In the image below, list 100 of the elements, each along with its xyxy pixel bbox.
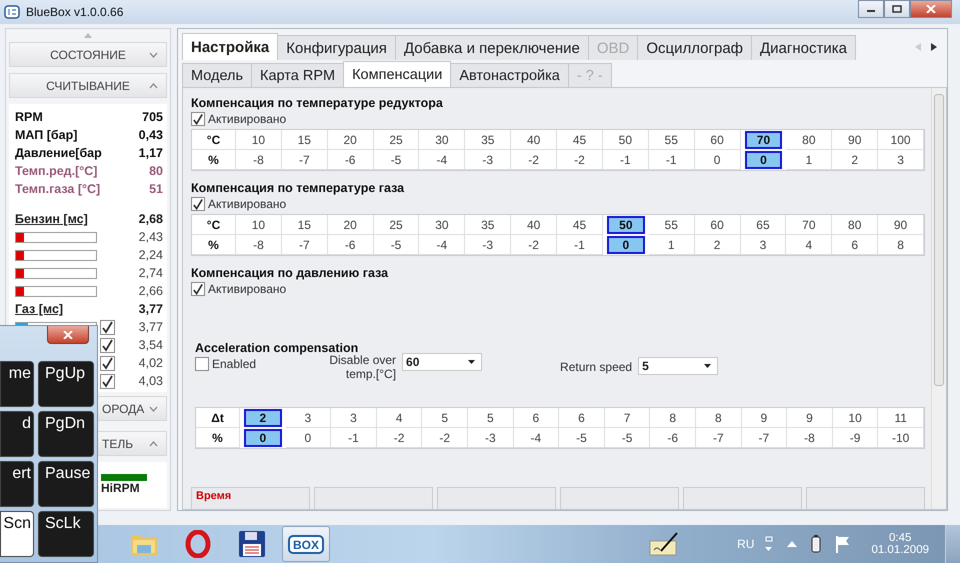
flag-icon[interactable] xyxy=(835,535,852,553)
table-cell[interactable]: 11 xyxy=(878,408,924,428)
table-cell[interactable]: 2 xyxy=(244,409,282,427)
table-cell[interactable]: -6 xyxy=(650,428,696,448)
show-hidden-icons-icon[interactable] xyxy=(787,541,798,547)
table-cell[interactable]: -4 xyxy=(419,150,466,170)
table-cell[interactable]: 3 xyxy=(331,408,377,428)
checkbox[interactable] xyxy=(191,282,205,296)
table-cell[interactable]: -6 xyxy=(328,235,374,255)
checkbox[interactable] xyxy=(195,356,209,370)
table-cell[interactable]: -1 xyxy=(331,428,377,448)
table-cell[interactable]: 6 xyxy=(514,408,560,428)
close-button[interactable] xyxy=(910,0,952,18)
table-cell[interactable]: 5 xyxy=(468,408,514,428)
table-cell[interactable]: 0 xyxy=(244,429,282,447)
table-cell[interactable]: 10 xyxy=(236,215,282,235)
table-cell[interactable]: 10 xyxy=(236,130,282,150)
table-cell[interactable]: 65 xyxy=(740,215,786,235)
table-cell[interactable]: -9 xyxy=(832,428,878,448)
table-cell[interactable]: 45 xyxy=(557,215,603,235)
table-cell[interactable]: 0 xyxy=(694,150,741,170)
checkbox[interactable] xyxy=(191,196,205,210)
tab[interactable]: Диагностика xyxy=(751,35,856,60)
table-cell[interactable]: 30 xyxy=(419,130,466,150)
table-cell[interactable]: 5 xyxy=(422,408,468,428)
table-cell[interactable]: 3 xyxy=(878,150,924,170)
table-cell[interactable]: 50 xyxy=(606,216,645,234)
table-cell[interactable]: 0 xyxy=(744,151,782,169)
table-cell[interactable]: -5 xyxy=(559,428,605,448)
table-cell[interactable]: -3 xyxy=(468,428,514,448)
tab[interactable]: Карта RPM xyxy=(251,63,344,87)
table-cell[interactable]: 2 xyxy=(832,150,878,170)
table-cell[interactable]: -7 xyxy=(696,428,742,448)
table-cell[interactable]: -5 xyxy=(374,150,420,170)
table-cell[interactable]: -7 xyxy=(282,235,328,255)
table-cell[interactable]: 9 xyxy=(742,408,788,428)
checkbox[interactable] xyxy=(100,338,115,352)
table-cell[interactable]: 30 xyxy=(419,215,466,235)
checkbox[interactable] xyxy=(100,356,115,370)
table-cell[interactable]: 70 xyxy=(744,131,782,149)
table-cell[interactable]: -8 xyxy=(236,150,282,170)
table-cell[interactable]: 7 xyxy=(604,408,650,428)
keyboard-key[interactable]: PgDn xyxy=(38,411,94,457)
accordion-header[interactable]: СОСТОЯНИЕ xyxy=(9,42,167,67)
keyboard-key[interactable]: PgUp xyxy=(38,361,94,407)
keyboard-key[interactable]: Pause xyxy=(38,461,94,507)
scroll-right-icon[interactable] xyxy=(931,42,937,50)
table-cell[interactable]: -2 xyxy=(422,428,468,448)
checkbox[interactable] xyxy=(100,374,115,388)
taskbar-button[interactable]: BOX xyxy=(282,526,330,562)
table-cell[interactable]: -6 xyxy=(328,150,374,170)
table-cell[interactable]: 60 xyxy=(694,130,741,150)
keyboard-key[interactable]: d xyxy=(0,411,34,457)
scrollbar[interactable] xyxy=(931,88,946,509)
table-cell[interactable]: -2 xyxy=(557,150,603,170)
table-cell[interactable]: 15 xyxy=(282,130,328,150)
table-cell[interactable]: -2 xyxy=(511,150,558,170)
table-cell[interactable]: 6 xyxy=(559,408,605,428)
table-cell[interactable]: 4 xyxy=(786,235,832,255)
table-cell[interactable]: 55 xyxy=(648,130,695,150)
table-cell[interactable]: 70 xyxy=(786,215,832,235)
table-cell[interactable]: 25 xyxy=(374,130,420,150)
table-cell[interactable]: 6 xyxy=(832,235,878,255)
keyboard-key[interactable]: ert xyxy=(0,461,34,507)
table-cell[interactable]: -4 xyxy=(514,428,560,448)
close-button[interactable] xyxy=(47,326,89,344)
tab[interactable]: Настройка xyxy=(182,33,278,60)
maximize-button[interactable] xyxy=(884,0,910,18)
table-cell[interactable]: 55 xyxy=(648,215,695,235)
table-cell[interactable]: -8 xyxy=(787,428,833,448)
table-cell[interactable]: -4 xyxy=(419,235,466,255)
table-cell[interactable]: 20 xyxy=(328,130,374,150)
table-cell[interactable]: 80 xyxy=(786,130,832,150)
tab[interactable]: Автонастройка xyxy=(450,63,569,87)
table-cell[interactable]: 45 xyxy=(557,130,603,150)
tab[interactable]: Конфигурация xyxy=(277,35,396,60)
table-cell[interactable]: -2 xyxy=(376,428,422,448)
table-cell[interactable]: 20 xyxy=(328,215,374,235)
table-cell[interactable]: -5 xyxy=(374,235,420,255)
pen-tablet-icon[interactable] xyxy=(649,531,680,557)
tab[interactable]: Модель xyxy=(182,63,252,87)
table-cell[interactable]: -3 xyxy=(465,235,512,255)
table-cell[interactable]: 50 xyxy=(602,130,649,150)
table-cell[interactable]: 0 xyxy=(606,236,645,254)
tab[interactable]: Добавка и переключение xyxy=(394,35,589,60)
table-cell[interactable]: 40 xyxy=(511,130,558,150)
table-cell[interactable]: -5 xyxy=(604,428,650,448)
table-cell[interactable]: 90 xyxy=(832,130,878,150)
tab[interactable]: Компенсации xyxy=(343,61,452,87)
table-cell[interactable]: -10 xyxy=(878,428,924,448)
dropdown[interactable]: 5 xyxy=(638,357,718,375)
table-cell[interactable]: -7 xyxy=(742,428,788,448)
table-cell[interactable]: 3 xyxy=(740,235,786,255)
table-cell[interactable]: 90 xyxy=(878,215,924,235)
table-cell[interactable]: 100 xyxy=(878,130,924,150)
table-cell[interactable]: -8 xyxy=(236,235,282,255)
table-cell[interactable]: 60 xyxy=(694,215,741,235)
table-cell[interactable]: 1 xyxy=(648,235,695,255)
table-cell[interactable]: 35 xyxy=(465,130,512,150)
keyboard-key[interactable]: ScLk xyxy=(38,511,94,557)
